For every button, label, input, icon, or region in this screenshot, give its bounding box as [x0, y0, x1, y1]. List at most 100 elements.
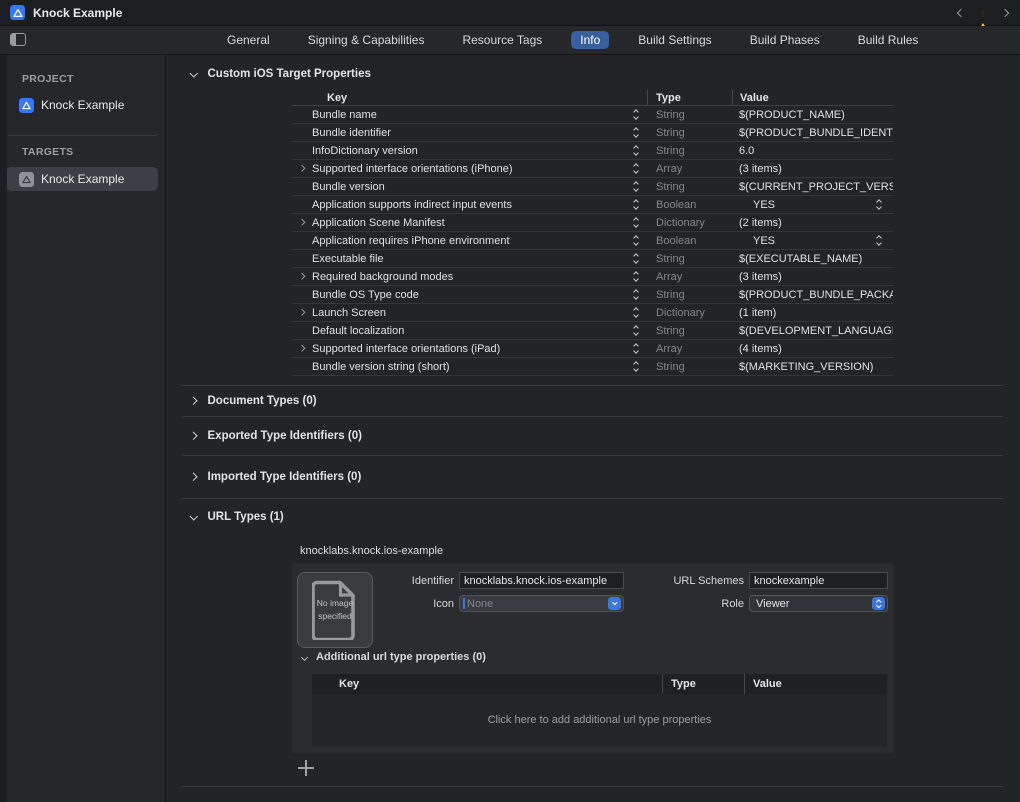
disclosure-icon[interactable] — [292, 346, 312, 351]
sidebar-item-target[interactable]: Knock Example — [6, 167, 158, 191]
popup-button-icon — [872, 597, 885, 610]
property-value: (3 items) — [739, 163, 782, 175]
section-title: Imported Type Identifiers (0) — [208, 471, 362, 483]
tab-build-settings[interactable]: Build Settings — [629, 31, 720, 49]
column-key: Key — [292, 92, 647, 104]
url-type-image-well[interactable]: No image specified — [297, 572, 373, 648]
chevron-right-icon — [190, 397, 198, 405]
chevron-down-icon — [190, 513, 198, 521]
property-row[interactable]: Application supports indirect input even… — [292, 196, 893, 214]
property-row[interactable]: Bundle identifier String $(PRODUCT_BUNDLE_… — [292, 124, 893, 142]
property-row[interactable]: Bundle versionString$(CURRENT_PROJECT_VE… — [292, 178, 893, 196]
property-row[interactable]: Supported interface orientations (iPad)A… — [292, 340, 893, 358]
sidebar-item-project[interactable]: Knock Example — [6, 93, 158, 117]
back-chevron-icon[interactable] — [956, 8, 966, 18]
property-key: Application Scene Manifest — [312, 217, 634, 229]
stepper-icon[interactable] — [634, 344, 638, 353]
stepper-icon[interactable] — [634, 182, 638, 191]
section-imported-type-identifiers[interactable]: Imported Type Identifiers (0) — [166, 456, 1020, 498]
role-label: Role — [664, 598, 744, 610]
icon-popup[interactable]: None — [459, 595, 624, 612]
stepper-icon[interactable] — [877, 200, 881, 209]
table-header: Key Type Value — [312, 674, 887, 694]
property-key: Application supports indirect input even… — [312, 199, 634, 211]
property-row[interactable]: Bundle version string (short)String$(MAR… — [292, 358, 893, 376]
property-row[interactable]: Launch ScreenDictionary(1 item) — [292, 304, 893, 322]
property-key: Bundle version string (short) — [312, 361, 634, 373]
stepper-icon[interactable] — [634, 164, 638, 173]
add-url-type-button[interactable] — [298, 760, 314, 776]
stepper-icon[interactable] — [634, 110, 638, 119]
stepper-icon[interactable] — [634, 146, 638, 155]
property-key: Default localization — [312, 325, 634, 337]
bottom-divider — [182, 786, 1003, 787]
no-image-icon: No image specified — [312, 580, 358, 640]
stepper-icon[interactable] — [634, 308, 638, 317]
property-value: (2 items) — [739, 217, 782, 229]
stepper-icon[interactable] — [634, 290, 638, 299]
tab-build-rules[interactable]: Build Rules — [849, 31, 928, 49]
warning-icon[interactable]: ! — [975, 6, 991, 19]
role-popup[interactable]: Viewer — [749, 595, 888, 612]
property-type: String — [647, 127, 732, 139]
stepper-icon[interactable] — [634, 200, 638, 209]
stepper-icon[interactable] — [634, 254, 638, 263]
property-value: $(PRODUCT_NAME) — [739, 109, 845, 121]
section-document-types[interactable]: Document Types (0) — [166, 386, 1020, 416]
property-key: Required background modes — [312, 271, 634, 283]
stepper-icon[interactable] — [634, 326, 638, 335]
stepper-icon[interactable] — [634, 272, 638, 281]
icon-label: Icon — [384, 598, 454, 610]
property-key: Bundle identifier — [312, 127, 634, 139]
section-exported-type-identifiers[interactable]: Exported Type Identifiers (0) — [166, 417, 1020, 455]
property-row[interactable]: Bundle nameString$(PRODUCT_NAME) — [292, 106, 893, 124]
property-row[interactable]: Default localizationString$(DEVELOPMENT_… — [292, 322, 893, 340]
tab-resource-tags[interactable]: Resource Tags — [453, 31, 551, 49]
stepper-icon[interactable] — [634, 218, 638, 227]
property-row[interactable]: Required background modesArray(3 items) — [292, 268, 893, 286]
column-type: Type — [647, 90, 732, 105]
property-key: Supported interface orientations (iPhone… — [312, 163, 634, 175]
property-type: Array — [647, 163, 732, 175]
xcode-window: Knock Example ! General Signing & Capabil… — [0, 0, 1020, 802]
popup-button-icon — [608, 597, 621, 610]
property-type: String — [647, 181, 732, 193]
disclosure-icon[interactable] — [292, 220, 312, 225]
identifier-field[interactable] — [459, 572, 624, 589]
tab-build-phases[interactable]: Build Phases — [741, 31, 829, 49]
property-row[interactable]: InfoDictionary versionString6.0 — [292, 142, 893, 160]
disclosure-icon[interactable] — [292, 274, 312, 279]
property-row[interactable]: Application Scene ManifestDictionary(2 i… — [292, 214, 893, 232]
tab-signing-capabilities[interactable]: Signing & Capabilities — [299, 31, 434, 49]
stepper-icon[interactable] — [877, 236, 881, 245]
property-row[interactable]: Bundle OS Type codeString$(PRODUCT_BUNDL… — [292, 286, 893, 304]
property-row[interactable]: Supported interface orientations (iPhone… — [292, 160, 893, 178]
property-value: $(PRODUCT_BUNDLE_IDENTIFIER) — [739, 127, 893, 139]
tab-info[interactable]: Info — [571, 31, 609, 49]
section-additional-url-type-properties[interactable]: Additional url type properties (0) — [302, 651, 486, 663]
section-custom-ios-target-properties[interactable]: Custom iOS Target Properties — [166, 68, 1020, 80]
url-schemes-label: URL Schemes — [664, 575, 744, 587]
url-type-panel: No image specified Identifier URL Scheme… — [292, 563, 893, 753]
tab-general[interactable]: General — [218, 31, 279, 49]
section-url-types[interactable]: URL Types (1) — [166, 499, 1020, 535]
sidebar-toggle-icon[interactable] — [10, 33, 26, 46]
stepper-icon[interactable] — [634, 128, 638, 137]
property-row[interactable]: Executable fileString$(EXECUTABLE_NAME) — [292, 250, 893, 268]
forward-chevron-icon[interactable] — [1000, 8, 1010, 18]
sidebar-divider — [8, 135, 157, 136]
property-row[interactable]: Application requires iPhone environmentB… — [292, 232, 893, 250]
editor-tab-bar: General Signing & Capabilities Resource Ta… — [0, 26, 1020, 55]
stepper-icon[interactable] — [634, 362, 638, 371]
no-image-label: No image specified — [312, 580, 358, 640]
url-schemes-field[interactable] — [749, 572, 888, 589]
add-property-placeholder[interactable]: Click here to add additional url type pr… — [312, 694, 887, 746]
disclosure-icon[interactable] — [292, 310, 312, 315]
column-value: Value — [744, 674, 887, 694]
property-value: YES — [753, 235, 775, 247]
disclosure-icon[interactable] — [292, 166, 312, 171]
identifier-label: Identifier — [384, 575, 454, 587]
stepper-icon[interactable] — [634, 236, 638, 245]
property-value: YES — [753, 199, 775, 211]
icon-popup-value: None — [465, 598, 493, 610]
